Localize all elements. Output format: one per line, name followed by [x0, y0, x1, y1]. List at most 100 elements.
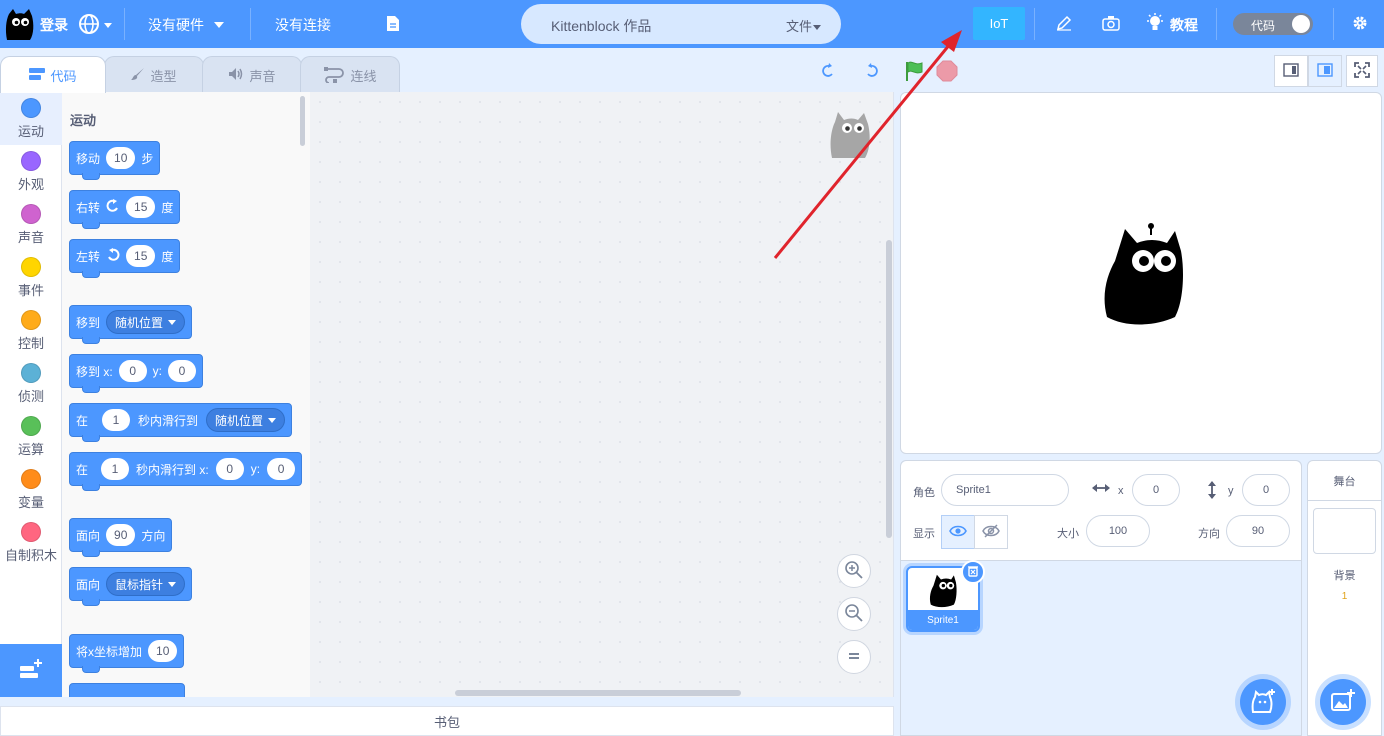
kittenblock-logo[interactable] — [4, 8, 34, 42]
block-input[interactable]: 0 — [215, 458, 244, 480]
add-sprite-button[interactable] — [1240, 679, 1286, 725]
category-operators[interactable]: 运算 — [0, 410, 62, 463]
block-move-steps[interactable]: 移动 10 步 — [69, 141, 161, 180]
zoom-out-icon — [844, 603, 864, 626]
project-title-bar[interactable]: Kittenblock 作品 文件 — [521, 4, 841, 44]
size-input[interactable]: 100 — [1086, 515, 1150, 547]
block-input[interactable]: 10 — [148, 640, 178, 662]
stage-thumbnail[interactable] — [1313, 508, 1376, 554]
small-stage-button[interactable] — [1274, 55, 1308, 87]
tab-sounds[interactable]: 声音 — [202, 56, 302, 93]
category-sensing[interactable]: 侦测 — [0, 357, 62, 410]
block-dropdown[interactable]: 随机位置 — [106, 310, 186, 334]
zoom-out-button[interactable] — [837, 597, 871, 631]
category-label: 控制 — [17, 336, 44, 351]
category-variables[interactable]: 变量 — [0, 463, 62, 516]
delete-sprite-button[interactable] — [961, 560, 985, 584]
block-goto[interactable]: 移到 随机位置 — [69, 305, 193, 344]
block-dropdown[interactable]: 随机位置 — [206, 408, 286, 432]
file-menu-label: 文件 — [786, 19, 813, 34]
file-menu[interactable]: 文件 — [786, 16, 822, 35]
login-button[interactable]: 登录 — [40, 15, 68, 35]
divider — [1216, 8, 1217, 40]
block-input[interactable]: 10 — [106, 147, 136, 169]
tab-code[interactable]: 代码 — [0, 56, 106, 93]
block-text: 度 — [161, 200, 174, 215]
workspace-horizontal-scrollbar[interactable] — [455, 690, 741, 696]
sprite-name-input[interactable]: Sprite1 — [941, 474, 1069, 506]
show-sprite-button[interactable] — [941, 515, 975, 549]
small-stage-icon — [1283, 62, 1299, 80]
block-input[interactable]: 15 — [126, 245, 156, 267]
green-flag-icon[interactable] — [903, 60, 925, 82]
category-label: 事件 — [17, 283, 44, 298]
block-input[interactable]: 90 — [106, 524, 136, 546]
block-partial[interactable] — [69, 683, 185, 697]
block-turn-left[interactable]: 左转 15 度 — [69, 239, 181, 278]
category-dot — [21, 522, 41, 542]
block-input[interactable]: 15 — [126, 196, 156, 218]
block-input[interactable]: 1 — [101, 458, 130, 480]
sprite-cat-on-stage[interactable] — [1101, 221, 1185, 330]
category-my-blocks[interactable]: 自制积木 — [0, 516, 62, 569]
fullscreen-button[interactable] — [1346, 55, 1378, 87]
add-extension-button[interactable] — [0, 644, 62, 697]
category-control[interactable]: 控制 — [0, 304, 62, 357]
normal-stage-button[interactable] — [1308, 55, 1342, 87]
undo-icon[interactable] — [817, 60, 839, 82]
hide-sprite-button[interactable] — [974, 515, 1008, 549]
workspace-vertical-scrollbar[interactable] — [886, 240, 892, 538]
settings-gear-icon[interactable] — [1352, 15, 1368, 31]
tutorial-button[interactable]: 教程 — [1146, 13, 1198, 36]
backpack-header[interactable]: 书包 — [0, 706, 894, 736]
code-mode-toggle[interactable]: 代码 — [1233, 13, 1313, 35]
block-input[interactable]: 0 — [267, 458, 296, 480]
block-change-x[interactable]: 将x坐标增加 10 — [69, 634, 185, 673]
sprite-info: 角色 Sprite1 x 0 y 0 显示 大小 100 方向 90 — [901, 461, 1301, 561]
category-events[interactable]: 事件 — [0, 251, 62, 304]
language-menu[interactable] — [78, 13, 112, 38]
project-title[interactable]: Kittenblock 作品 — [551, 16, 651, 36]
pencil-icon[interactable] — [1056, 15, 1072, 31]
menu-bar: 登录 没有硬件 没有连接 Kittenblock 作品 文件 IoT 教程 代码 — [0, 0, 1384, 48]
zoom-in-button[interactable] — [837, 554, 871, 588]
tab-wiring[interactable]: 连线 — [300, 56, 400, 93]
block-input[interactable]: 0 — [118, 360, 147, 382]
block-dropdown[interactable]: 鼠标指针 — [106, 572, 186, 596]
category-sound[interactable]: 声音 — [0, 198, 62, 251]
block-glide[interactable]: 在 1 秒内滑行到 随机位置 — [69, 403, 293, 442]
stage-canvas[interactable] — [900, 92, 1382, 454]
block-point-towards[interactable]: 面向 鼠标指针 — [69, 567, 193, 606]
block-point-direction[interactable]: 面向 90 方向 — [69, 518, 173, 557]
block-input[interactable]: 1 — [102, 409, 131, 431]
y-axis-arrow-icon — [1205, 480, 1219, 503]
iot-button[interactable]: IoT — [973, 7, 1025, 40]
block-text: 方向 — [141, 528, 166, 543]
zoom-reset-button[interactable] — [837, 640, 871, 674]
category-label: 自制积木 — [4, 548, 57, 563]
y-position-input[interactable]: 0 — [1242, 474, 1290, 506]
stop-icon[interactable] — [936, 60, 958, 82]
category-label: 运算 — [17, 442, 44, 457]
block-glide-xy[interactable]: 在 1 秒内滑行到 x: 0 y: 0 — [69, 452, 303, 491]
tab-costumes[interactable]: 造型 — [104, 56, 204, 93]
category-looks[interactable]: 外观 — [0, 145, 62, 198]
block-goto-xy[interactable]: 移到 x: 0 y: 0 — [69, 354, 204, 393]
hardware-menu[interactable]: 没有硬件 — [148, 15, 224, 35]
direction-input[interactable]: 90 — [1226, 515, 1290, 547]
x-position-input[interactable]: 0 — [1132, 474, 1180, 506]
camera-icon[interactable] — [1102, 15, 1120, 31]
connection-status[interactable]: 没有连接 — [275, 15, 331, 35]
add-backdrop-button[interactable] — [1320, 679, 1366, 725]
block-input[interactable]: 0 — [168, 360, 197, 382]
script-workspace[interactable] — [310, 92, 894, 697]
category-motion[interactable]: 运动 — [0, 92, 62, 145]
redo-icon[interactable] — [861, 60, 883, 82]
block-turn-right[interactable]: 右转 15 度 — [69, 190, 181, 229]
hardware-label: 没有硬件 — [148, 17, 204, 33]
palette-scrollbar[interactable] — [300, 96, 305, 146]
block-text: 度 — [161, 249, 174, 264]
category-label: 变量 — [17, 495, 44, 510]
y-label: y — [1228, 485, 1234, 497]
file-document-icon[interactable] — [386, 15, 400, 32]
